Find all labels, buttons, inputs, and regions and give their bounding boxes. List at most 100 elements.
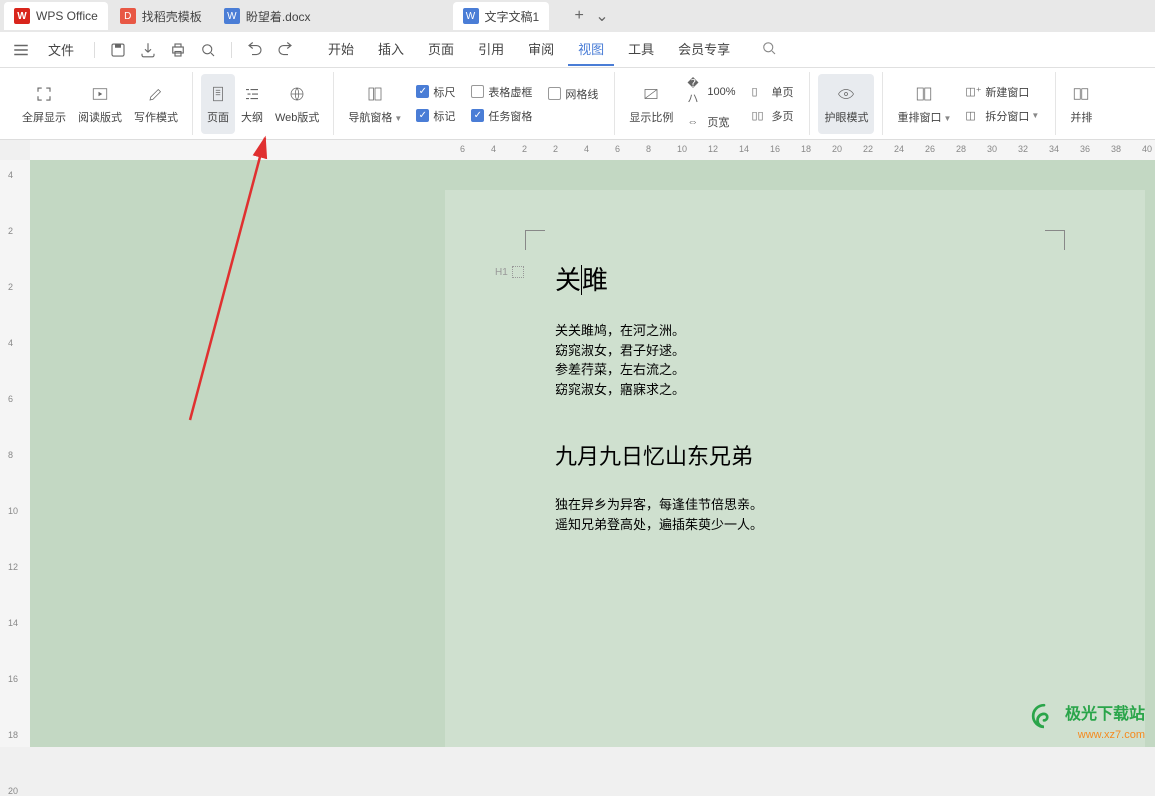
heading-2[interactable]: 九月九日忆山东兄弟	[555, 439, 1035, 471]
checkbox-icon	[471, 85, 484, 98]
ribbon-label: 护眼模式	[824, 109, 868, 125]
checkbox-icon	[548, 87, 561, 100]
menu-hamburger-icon[interactable]	[10, 39, 32, 61]
tab-label: 文字文稿1	[485, 8, 540, 25]
file-menu[interactable]: 文件	[38, 34, 84, 65]
taskpane-checkbox[interactable]: ✓任务窗格	[467, 106, 536, 126]
tab-label: 找稻壳模板	[142, 8, 202, 25]
wps-logo-icon: W	[14, 8, 30, 24]
ribbon-label: 导航窗格▼	[348, 109, 402, 125]
margin-marker-icon	[1045, 230, 1065, 250]
singlepage-icon: ▯	[751, 85, 767, 98]
ribbon-label: 重排窗口▼	[897, 109, 951, 125]
fullscreen-icon	[33, 83, 55, 105]
ribbon-label: 大纲	[241, 109, 263, 125]
outline-icon	[241, 83, 263, 105]
ribbon-label: 页面	[207, 109, 229, 125]
ratio-icon: �ハ	[687, 77, 703, 106]
ribbon-label: 并排	[1070, 109, 1092, 125]
ribbon-label: 写作模式	[134, 109, 178, 125]
word-icon: W	[463, 8, 479, 24]
logo-swirl-icon	[1031, 703, 1057, 729]
tab-more-button[interactable]: ⌄	[595, 6, 615, 26]
splitwindow-icon: ◫	[965, 109, 981, 122]
menu-page[interactable]: 页面	[418, 33, 464, 66]
gridlines-checkbox[interactable]: 网格线	[544, 84, 602, 104]
writemode-button[interactable]: 写作模式	[128, 74, 184, 134]
zoom100-button[interactable]: �ハ100%	[683, 75, 739, 108]
paragraph[interactable]: 独在异乡为异客，每逢佳节倍思亲。 遥知兄弟登高处，遍插茱萸少一人。	[555, 495, 1035, 534]
ribbon-label: 显示比例	[629, 109, 673, 125]
undo-icon[interactable]	[244, 39, 266, 61]
sidebyside-button[interactable]: 并排	[1064, 74, 1098, 134]
sidebyside-icon	[1070, 83, 1092, 105]
pen-icon	[145, 83, 167, 105]
rearrange-window-button[interactable]: 重排窗口▼	[891, 74, 957, 134]
pageview-button[interactable]: 页面	[201, 74, 235, 134]
tableframe-checkbox[interactable]: 表格虚框	[467, 82, 536, 102]
menu-review[interactable]: 审阅	[518, 33, 564, 66]
heading-marker: H1	[495, 266, 524, 278]
showratio-button[interactable]: 显示比例	[623, 74, 679, 134]
menu-bar: 文件 开始 插入 页面 引用 审阅 视图 工具 会员专享	[0, 32, 1155, 68]
globe-icon	[286, 83, 308, 105]
pagewidth-icon: ⇔	[687, 116, 703, 128]
menu-tools[interactable]: 工具	[618, 33, 664, 66]
multipage-icon: ▯▯	[751, 109, 767, 122]
tab-template[interactable]: D 找稻壳模板	[110, 2, 212, 30]
menu-start[interactable]: 开始	[318, 33, 364, 66]
tab-label: WPS Office	[36, 9, 98, 23]
readmode-button[interactable]: 阅读版式	[72, 74, 128, 134]
page-icon	[207, 83, 229, 105]
tab-wps-office[interactable]: W WPS Office	[4, 2, 108, 30]
word-icon: W	[224, 8, 240, 24]
webview-button[interactable]: Web版式	[269, 74, 325, 134]
save-icon[interactable]	[107, 39, 129, 61]
margin-marker-icon	[525, 230, 545, 250]
zoom-icon	[640, 83, 662, 105]
tab-label: 盼望着.docx	[246, 8, 311, 25]
pagewidth-button[interactable]: ⇔页宽	[683, 112, 739, 132]
redo-icon[interactable]	[274, 39, 296, 61]
checkbox-checked-icon: ✓	[416, 85, 429, 98]
heading-1[interactable]: H1 关雎	[555, 260, 1035, 297]
arrange-icon	[913, 83, 935, 105]
menu-reference[interactable]: 引用	[468, 33, 514, 66]
split-window-button[interactable]: ◫拆分窗口▼	[961, 106, 1043, 126]
fullscreen-button[interactable]: 全屏显示	[16, 74, 72, 134]
menu-insert[interactable]: 插入	[368, 33, 414, 66]
menu-view[interactable]: 视图	[568, 33, 614, 66]
singlepage-button[interactable]: ▯单页	[747, 82, 797, 102]
navpane-icon	[364, 83, 386, 105]
search-icon[interactable]	[760, 39, 778, 60]
tab-bar: W WPS Office D 找稻壳模板 W 盼望着.docx W 文字文稿1 …	[0, 0, 1155, 32]
ribbon-label: 阅读版式	[78, 109, 122, 125]
ribbon-label: 全屏显示	[22, 109, 66, 125]
paragraph[interactable]: 关关雎鸠，在河之洲。 窈窕淑女，君子好逑。 参差荇菜，左右流之。 窈窕淑女，寤寐…	[555, 321, 1035, 399]
menu-member[interactable]: 会员专享	[668, 33, 740, 66]
ruler-horizontal[interactable]: 642246810121416182022242628303234363840	[0, 140, 1155, 160]
preview-icon[interactable]	[197, 39, 219, 61]
drag-handle-icon[interactable]	[512, 266, 524, 278]
document-page[interactable]: H1 关雎 关关雎鸠，在河之洲。 窈窕淑女，君子好逑。 参差荇菜，左右流之。 窈…	[445, 190, 1145, 747]
ruler-checkbox[interactable]: ✓标尺	[412, 82, 459, 102]
tab-docx[interactable]: W 盼望着.docx	[214, 2, 321, 30]
tab-doc1[interactable]: W 文字文稿1	[453, 2, 550, 30]
outline-button[interactable]: 大纲	[235, 74, 269, 134]
ribbon-label: Web版式	[275, 109, 319, 125]
ruler-vertical[interactable]: 422468101214161820	[0, 160, 30, 747]
template-icon: D	[120, 8, 136, 24]
document-area[interactable]: H1 关雎 关关雎鸠，在河之洲。 窈窕淑女，君子好逑。 参差荇菜，左右流之。 窈…	[30, 160, 1155, 747]
export-icon[interactable]	[137, 39, 159, 61]
multipage-button[interactable]: ▯▯多页	[747, 106, 797, 126]
new-window-button[interactable]: ◫⁺新建窗口	[961, 82, 1043, 102]
tab-add-button[interactable]: +	[567, 4, 591, 28]
newwindow-icon: ◫⁺	[965, 85, 981, 98]
play-icon	[89, 83, 111, 105]
workspace: 422468101214161820 H1 关雎 关关雎鸠，在河之洲。 窈窕淑女…	[0, 160, 1155, 747]
checkbox-checked-icon: ✓	[471, 109, 484, 122]
eyeshield-button[interactable]: 护眼模式	[818, 74, 874, 134]
navpane-button[interactable]: 导航窗格▼	[342, 74, 408, 134]
mark-checkbox[interactable]: ✓标记	[412, 106, 459, 126]
print-icon[interactable]	[167, 39, 189, 61]
